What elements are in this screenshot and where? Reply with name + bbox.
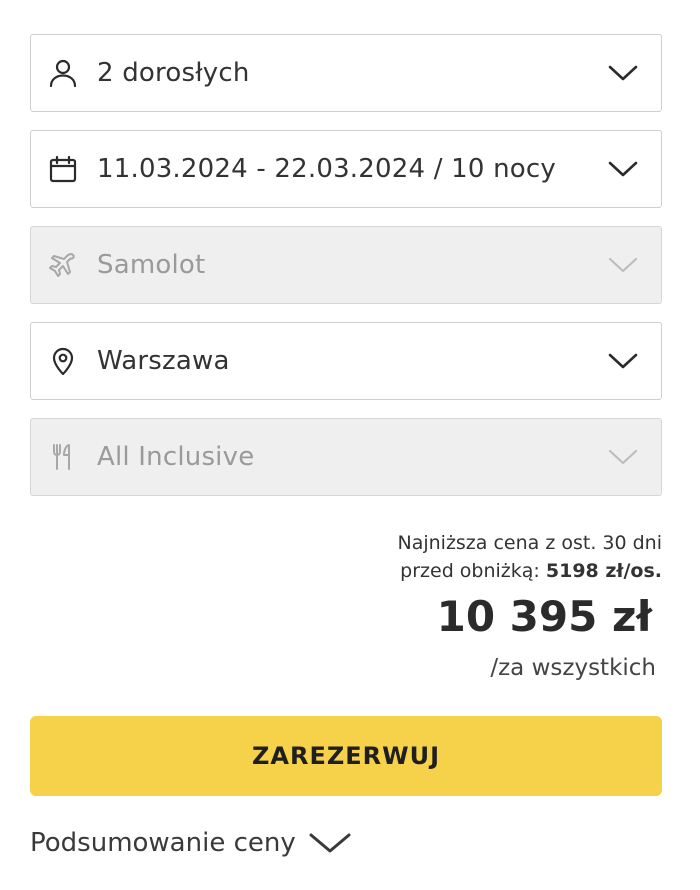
lowest-price-prefix: przed obniżką: — [400, 560, 540, 582]
chevron-down-icon — [608, 449, 638, 465]
chevron-down-icon — [608, 257, 638, 273]
location-pin-icon — [47, 345, 79, 377]
board-type-select: All Inclusive — [30, 418, 662, 496]
lowest-price-note-line1: Najniższa cena z ost. 30 dni — [397, 532, 662, 554]
date-range-select[interactable]: 11.03.2024 - 22.03.2024 / 10 nocy — [30, 130, 662, 208]
departure-city-value: Warszawa — [97, 346, 230, 376]
lowest-price-value: 5198 zł/os. — [545, 560, 662, 582]
lowest-price-note-line2: przed obniżką: 5198 zł/os. — [400, 560, 662, 582]
chevron-down-icon — [608, 161, 638, 177]
price-summary-toggle[interactable]: Podsumowanie ceny — [30, 823, 352, 863]
travelers-select[interactable]: 2 dorosłych — [30, 34, 662, 112]
chevron-down-icon — [309, 833, 351, 853]
total-price: 10 395 zł — [436, 592, 652, 641]
travelers-value: 2 dorosłych — [97, 58, 250, 88]
book-button[interactable]: ZAREZERWUJ — [30, 716, 662, 796]
person-icon — [47, 57, 79, 89]
date-range-value: 11.03.2024 - 22.03.2024 / 10 nocy — [97, 154, 556, 184]
chevron-down-icon — [608, 353, 638, 369]
price-summary-label: Podsumowanie ceny — [30, 828, 296, 858]
transport-select: Samolot — [30, 226, 662, 304]
transport-value: Samolot — [97, 250, 206, 280]
cutlery-icon — [47, 441, 79, 473]
departure-city-select[interactable]: Warszawa — [30, 322, 662, 400]
calendar-icon — [47, 153, 79, 185]
total-price-suffix: /za wszystkich — [490, 655, 656, 681]
plane-icon — [47, 249, 79, 281]
board-type-value: All Inclusive — [97, 442, 255, 472]
chevron-down-icon — [608, 65, 638, 81]
